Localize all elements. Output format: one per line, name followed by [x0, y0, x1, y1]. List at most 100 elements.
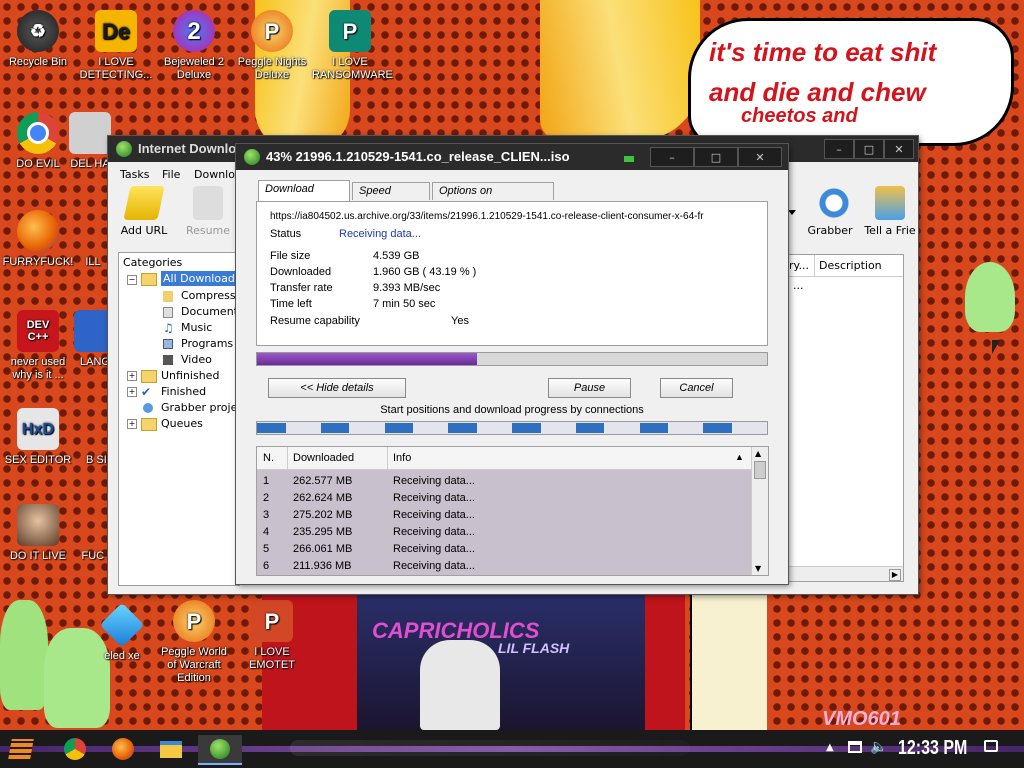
tree-item-music[interactable]: Music: [181, 321, 212, 334]
horizontal-scrollbar[interactable]: ▶: [785, 566, 903, 581]
field-label-downloaded: Downloaded: [270, 266, 332, 278]
cancel-button[interactable]: Cancel: [660, 378, 733, 398]
vertical-scrollbar[interactable]: ▲ ▼: [751, 447, 768, 575]
hide-details-button[interactable]: << Hide details: [268, 378, 406, 398]
dialog-minimize-button[interactable]: –: [650, 147, 694, 167]
overall-progress-fill: [257, 353, 478, 365]
scroll-up-arrow-icon[interactable]: ▲: [755, 449, 761, 458]
download-progress-dialog[interactable]: 43% 21996.1.210529-1541.co_release_CLIEN…: [236, 144, 788, 584]
table-row[interactable]: 6 211.936 MB Receiving data...: [257, 557, 751, 574]
desktop-icon-furryfuck[interactable]: FURRYFUCK!: [0, 210, 76, 269]
desktop-icon-label: SEX EDITOR: [4, 454, 72, 466]
desktop-icon-emotet[interactable]: P I LOVE EMOTET: [234, 600, 310, 672]
resume-button[interactable]: Resume: [182, 186, 234, 237]
show-hidden-icons-icon[interactable]: ▲: [826, 742, 834, 753]
main-maximize-button[interactable]: □: [854, 139, 884, 159]
dialog-maximize-button[interactable]: □: [694, 147, 738, 167]
desktop-icon-sex-editor[interactable]: HxD SEX EDITOR: [0, 408, 76, 467]
folder-icon: [141, 370, 157, 383]
pause-button[interactable]: Pause: [548, 378, 631, 398]
tree-item-finished[interactable]: Finished: [161, 385, 206, 398]
tree-item-compressed[interactable]: Compresse: [181, 289, 242, 302]
tree-item-grabber-projects[interactable]: Grabber projec: [161, 401, 243, 414]
table-row[interactable]: 3 275.202 MB Receiving data...: [257, 506, 751, 523]
desktop-icon-bejeweled[interactable]: 2 Bejeweled 2 Deluxe: [156, 10, 232, 82]
header-expand-arrow-icon[interactable]: ▲: [735, 452, 744, 462]
menu-file[interactable]: File: [162, 168, 180, 181]
tab-speed-limiter[interactable]: Speed Limiter: [352, 182, 430, 214]
downloads-list[interactable]: ry... Description ... ▶: [784, 254, 904, 582]
connections-table-container[interactable]: N. Downloaded Info ▲ 1 262.577 MB Receivin…: [256, 446, 769, 576]
desktop-icon-devcpp[interactable]: DEV C++ never used why is it ...: [0, 310, 76, 382]
tell-friend-icon: [875, 186, 905, 220]
tree-expander-icon[interactable]: +: [127, 387, 137, 397]
table-row[interactable]: 1 262.577 MB Receiving data...: [257, 472, 751, 489]
dialog-title: 43% 21996.1.210529-1541.co_release_CLIEN…: [266, 149, 570, 164]
connection-segment: [448, 423, 477, 433]
stack-icon: [69, 112, 111, 154]
row-downloaded: 275.202 MB: [293, 508, 353, 521]
dialog-titlebar[interactable]: 43% 21996.1.210529-1541.co_release_CLIEN…: [236, 144, 788, 170]
desktop-icon-do-it-live[interactable]: DO IT LIVE: [0, 504, 76, 563]
field-value-downloaded: 1.960 GB ( 43.19 % ): [373, 266, 477, 278]
tree-item-documents[interactable]: Documents: [181, 305, 244, 318]
table-row[interactable]: 4 235.295 MB Receiving data...: [257, 523, 751, 540]
desktop-icon-ransomware[interactable]: P I LOVE RANSOMWARE: [312, 10, 393, 82]
main-minimize-button[interactable]: –: [824, 139, 854, 159]
dialog-tabs: Download status Speed Limiter Options on…: [256, 180, 768, 214]
tree-item-video[interactable]: Video: [181, 353, 212, 366]
table-row[interactable]: 2 262.624 MB Receiving data...: [257, 489, 751, 506]
tell-friend-button[interactable]: Tell a Frie: [862, 186, 918, 237]
connection-segment: [257, 423, 286, 433]
chrome-icon: [17, 112, 59, 154]
field-label-transfer-rate: Transfer rate: [270, 282, 333, 294]
chrome-icon[interactable]: [60, 735, 90, 763]
tree-item-unfinished[interactable]: Unfinished: [161, 369, 219, 382]
network-icon[interactable]: [848, 741, 862, 753]
tree-item-all-downloads[interactable]: All Downloads: [161, 271, 243, 286]
tree-expander-icon[interactable]: +: [127, 419, 137, 429]
desktop-icon-label: never used why is it ...: [10, 356, 66, 381]
folder-icon: [141, 273, 157, 286]
dialog-close-button[interactable]: ✕: [738, 147, 782, 167]
tree-item-programs[interactable]: Programs: [181, 337, 233, 350]
list-header-ry[interactable]: ry...: [785, 255, 815, 277]
row-downloaded: 262.624 MB: [293, 491, 353, 504]
tab-download-status[interactable]: Download status: [258, 180, 350, 212]
grabber-button[interactable]: Grabber: [802, 186, 858, 237]
desktop-icon-label: I LOVE RANSOMWARE: [312, 56, 393, 81]
col-header-n[interactable]: N.: [263, 452, 274, 464]
volume-icon[interactable]: 🔈: [870, 739, 887, 755]
tree-expander-icon[interactable]: −: [127, 275, 137, 285]
categories-panel: Categories − All Downloads Compresse Doc…: [118, 252, 244, 586]
scroll-thumb[interactable]: [754, 461, 766, 479]
idm-icon[interactable]: [198, 735, 242, 765]
desktop-icon-peggle-nights[interactable]: P Peggle Nights Deluxe: [234, 10, 310, 82]
tree-item-queues[interactable]: Queues: [161, 417, 203, 430]
scroll-right-arrow-icon[interactable]: ▶: [889, 569, 901, 581]
desktop-icon-eled[interactable]: eled xe: [92, 602, 152, 663]
list-header-description[interactable]: Description: [815, 255, 903, 277]
desktop-icon-detecting[interactable]: De I LOVE DETECTING...: [78, 10, 154, 82]
desktop-icon-recycle-bin[interactable]: ♻ Recycle Bin: [0, 10, 76, 69]
desktop-icon-peggle-wow[interactable]: P Peggle World of Warcraft Edition: [156, 600, 232, 685]
grabber-project-icon: [143, 403, 153, 413]
connection-segment: [639, 423, 669, 433]
tree-expander-icon[interactable]: +: [127, 371, 137, 381]
notification-center-icon[interactable]: [984, 740, 998, 752]
toolbar-dropdown-arrow-icon[interactable]: [788, 210, 796, 215]
table-row[interactable]: 5 266.061 MB Receiving data...: [257, 540, 751, 557]
add-url-button[interactable]: Add URL: [118, 186, 170, 237]
menu-downloads[interactable]: Downlo: [194, 168, 235, 181]
idm-globe-icon: [244, 149, 260, 165]
firefox-icon[interactable]: [108, 735, 138, 763]
taskbar-clock[interactable]: 12:33 PM: [898, 737, 967, 760]
main-close-button[interactable]: ✕: [884, 139, 914, 159]
start-icon[interactable]: [6, 735, 36, 763]
scroll-down-arrow-icon[interactable]: ▼: [755, 564, 761, 573]
col-header-downloaded[interactable]: Downloaded: [293, 452, 354, 464]
menu-tasks[interactable]: Tasks: [120, 168, 149, 181]
explorer-icon[interactable]: [156, 735, 186, 763]
col-header-info[interactable]: Info: [393, 452, 411, 464]
tab-options-on-completion[interactable]: Options on completion: [432, 182, 554, 214]
